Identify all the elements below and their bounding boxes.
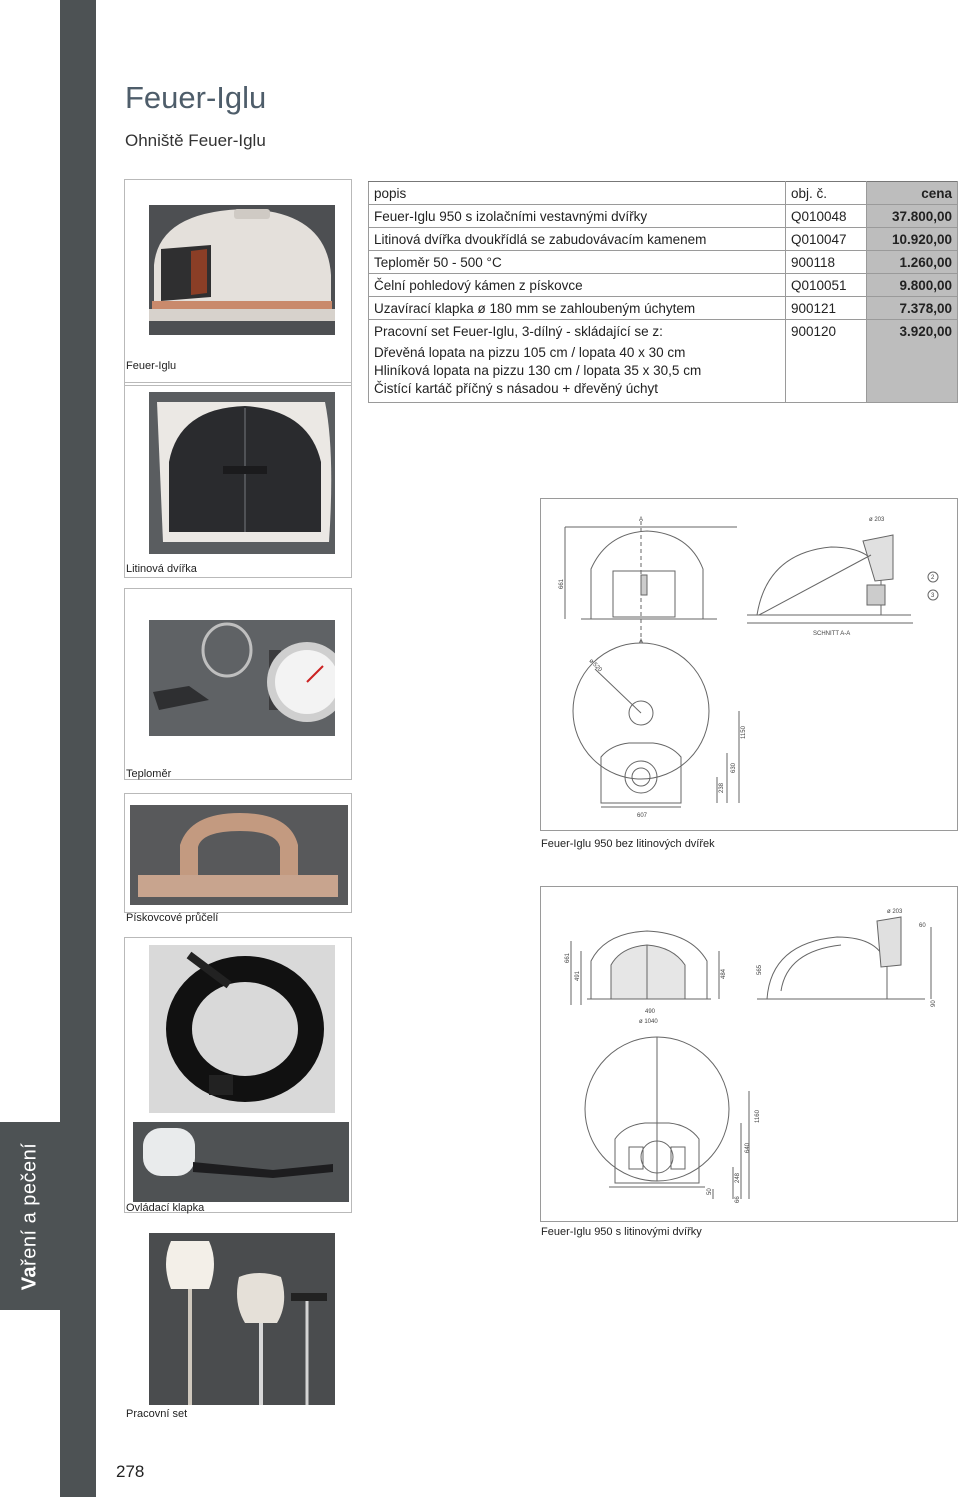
d2-label-h491: 491 <box>575 970 581 981</box>
d2-label-dia203: ø 203 <box>887 909 903 915</box>
d1-label-h661: 661 <box>559 578 565 589</box>
d1-label-h238: 238 <box>719 782 725 793</box>
d2-label-h661: 661 <box>565 952 571 963</box>
photo-iglu <box>149 205 335 335</box>
row-price: 9.800,00 <box>866 273 958 297</box>
d2-label-n60: 60 <box>919 923 926 929</box>
d1-label-dia203: ø 203 <box>869 517 885 523</box>
d2-label-h565: 565 <box>757 964 763 975</box>
d1-label-n2: 2 <box>931 575 935 581</box>
caption-flap: Ovládací klapka <box>126 1202 205 1214</box>
row-desc: Teploměr 50 - 500 °C <box>368 250 786 274</box>
row-code: Q010047 <box>785 227 867 251</box>
d2-label-h50: 50 <box>707 1188 713 1195</box>
caption-door: Litinová dvířka <box>126 563 197 575</box>
row-desc: Čelní pohledový kámen z pískovce <box>368 273 786 297</box>
caption-iglu: Feuer-Iglu <box>126 360 177 372</box>
d1-label-n3: 3 <box>931 593 935 599</box>
header-code: obj. č. <box>785 181 867 205</box>
table-row: Teploměr 50 - 500 °C 900118 1.260,00 <box>368 250 958 274</box>
d2-label-h484: 484 <box>721 968 727 979</box>
header-desc: popis <box>368 181 786 205</box>
row-price: 1.260,00 <box>866 250 958 274</box>
row-desc: Feuer-Iglu 950 s izolačními vestavnými d… <box>368 204 786 228</box>
diagram-with-doors: ø 203 60 661 491 484 565 490 ø 1040 90 1… <box>540 886 958 1222</box>
d1-label-a-bottom: A <box>639 639 643 645</box>
row-code: 900121 <box>785 296 867 320</box>
row-code: 900118 <box>785 250 867 274</box>
set-code-empty <box>785 342 867 403</box>
set-price-empty <box>866 342 958 403</box>
page-number: 278 <box>116 1462 145 1481</box>
price-table: popis obj. č. cena Feuer-Iglu 950 s izol… <box>368 181 958 403</box>
d2-label-h66: 66 <box>735 1196 741 1203</box>
diagram-caption-no-doors: Feuer-Iglu 950 bez litinových dvířek <box>541 838 715 850</box>
row-price: 3.920,00 <box>866 319 958 342</box>
diagram-no-doors: A A ø 203 661 SCHNITT A-A ø 520 607 1150… <box>540 498 958 831</box>
caption-thermo: Teploměr <box>126 768 172 780</box>
d2-label-h90: 90 <box>931 1000 937 1007</box>
set-item: Čistící kartáč příčný s násadou + dřevěn… <box>374 381 659 396</box>
d1-label-h1150: 1150 <box>741 725 747 739</box>
photo-stone <box>130 805 348 905</box>
row-code: Q010051 <box>785 273 867 297</box>
row-desc: Litinová dvířka dvoukřídlá se zabudováva… <box>368 227 786 251</box>
row-price: 37.800,00 <box>866 204 958 228</box>
row-price: 10.920,00 <box>866 227 958 251</box>
diagram-caption-with-doors: Feuer-Iglu 950 s litinovými dvířky <box>541 1226 702 1238</box>
table-row: Litinová dvířka dvoukřídlá se zabudováva… <box>368 227 958 251</box>
section-tab: Vaření a pečení <box>0 1122 60 1310</box>
d1-label-a-top: A <box>639 517 643 523</box>
photo-thermo <box>149 620 335 736</box>
table-row: Pracovní set Feuer-Iglu, 3-dílný - sklád… <box>368 319 958 342</box>
row-code: 900120 <box>785 319 867 342</box>
photo-flap <box>149 945 335 1113</box>
page-subtitle: Ohniště Feuer-Iglu <box>125 131 266 150</box>
photo-door <box>149 392 335 554</box>
d1-label-w607: 607 <box>637 813 648 819</box>
row-code: Q010048 <box>785 204 867 228</box>
table-row: Čelní pohledový kámen z pískovce Q010051… <box>368 273 958 297</box>
table-row-set-items: Dřevěná lopata na pizzu 105 cm / lopata … <box>368 342 958 403</box>
section-tab-rest: ření a pečení <box>18 1142 41 1266</box>
photo-set <box>149 1233 335 1405</box>
d2-label-h248: 248 <box>735 1172 741 1183</box>
header-price: cena <box>866 181 958 205</box>
d2-label-h640: 640 <box>745 1142 751 1153</box>
page-spine <box>60 0 96 1497</box>
d2-label-w1040: ø 1040 <box>639 1019 658 1025</box>
d2-label-h1160: 1160 <box>755 1109 761 1123</box>
row-desc: Uzavírací klapka ø 180 mm se zahloubeným… <box>368 296 786 320</box>
row-desc: Pracovní set Feuer-Iglu, 3-dílný - sklád… <box>368 319 786 342</box>
page-title: Feuer-Iglu <box>125 80 267 115</box>
table-row: Feuer-Iglu 950 s izolačními vestavnými d… <box>368 204 958 228</box>
set-items-cell: Dřevěná lopata na pizzu 105 cm / lopata … <box>368 342 786 403</box>
section-tab-bold: Va <box>18 1265 41 1290</box>
caption-stone: Pískovcové průčelí <box>126 912 219 924</box>
d2-label-w490: 490 <box>645 1009 656 1015</box>
d1-label-h630: 630 <box>731 762 737 773</box>
photo-flap-handle <box>133 1122 349 1202</box>
row-price: 7.378,00 <box>866 296 958 320</box>
caption-set: Pracovní set <box>126 1408 188 1420</box>
d1-label-section: SCHNITT A-A <box>813 631 850 637</box>
set-item: Dřevěná lopata na pizzu 105 cm / lopata … <box>374 345 686 360</box>
table-row: Uzavírací klapka ø 180 mm se zahloubeným… <box>368 296 958 320</box>
set-item: Hliníková lopata na pizzu 130 cm / lopat… <box>374 363 702 378</box>
table-header-row: popis obj. č. cena <box>368 181 958 205</box>
